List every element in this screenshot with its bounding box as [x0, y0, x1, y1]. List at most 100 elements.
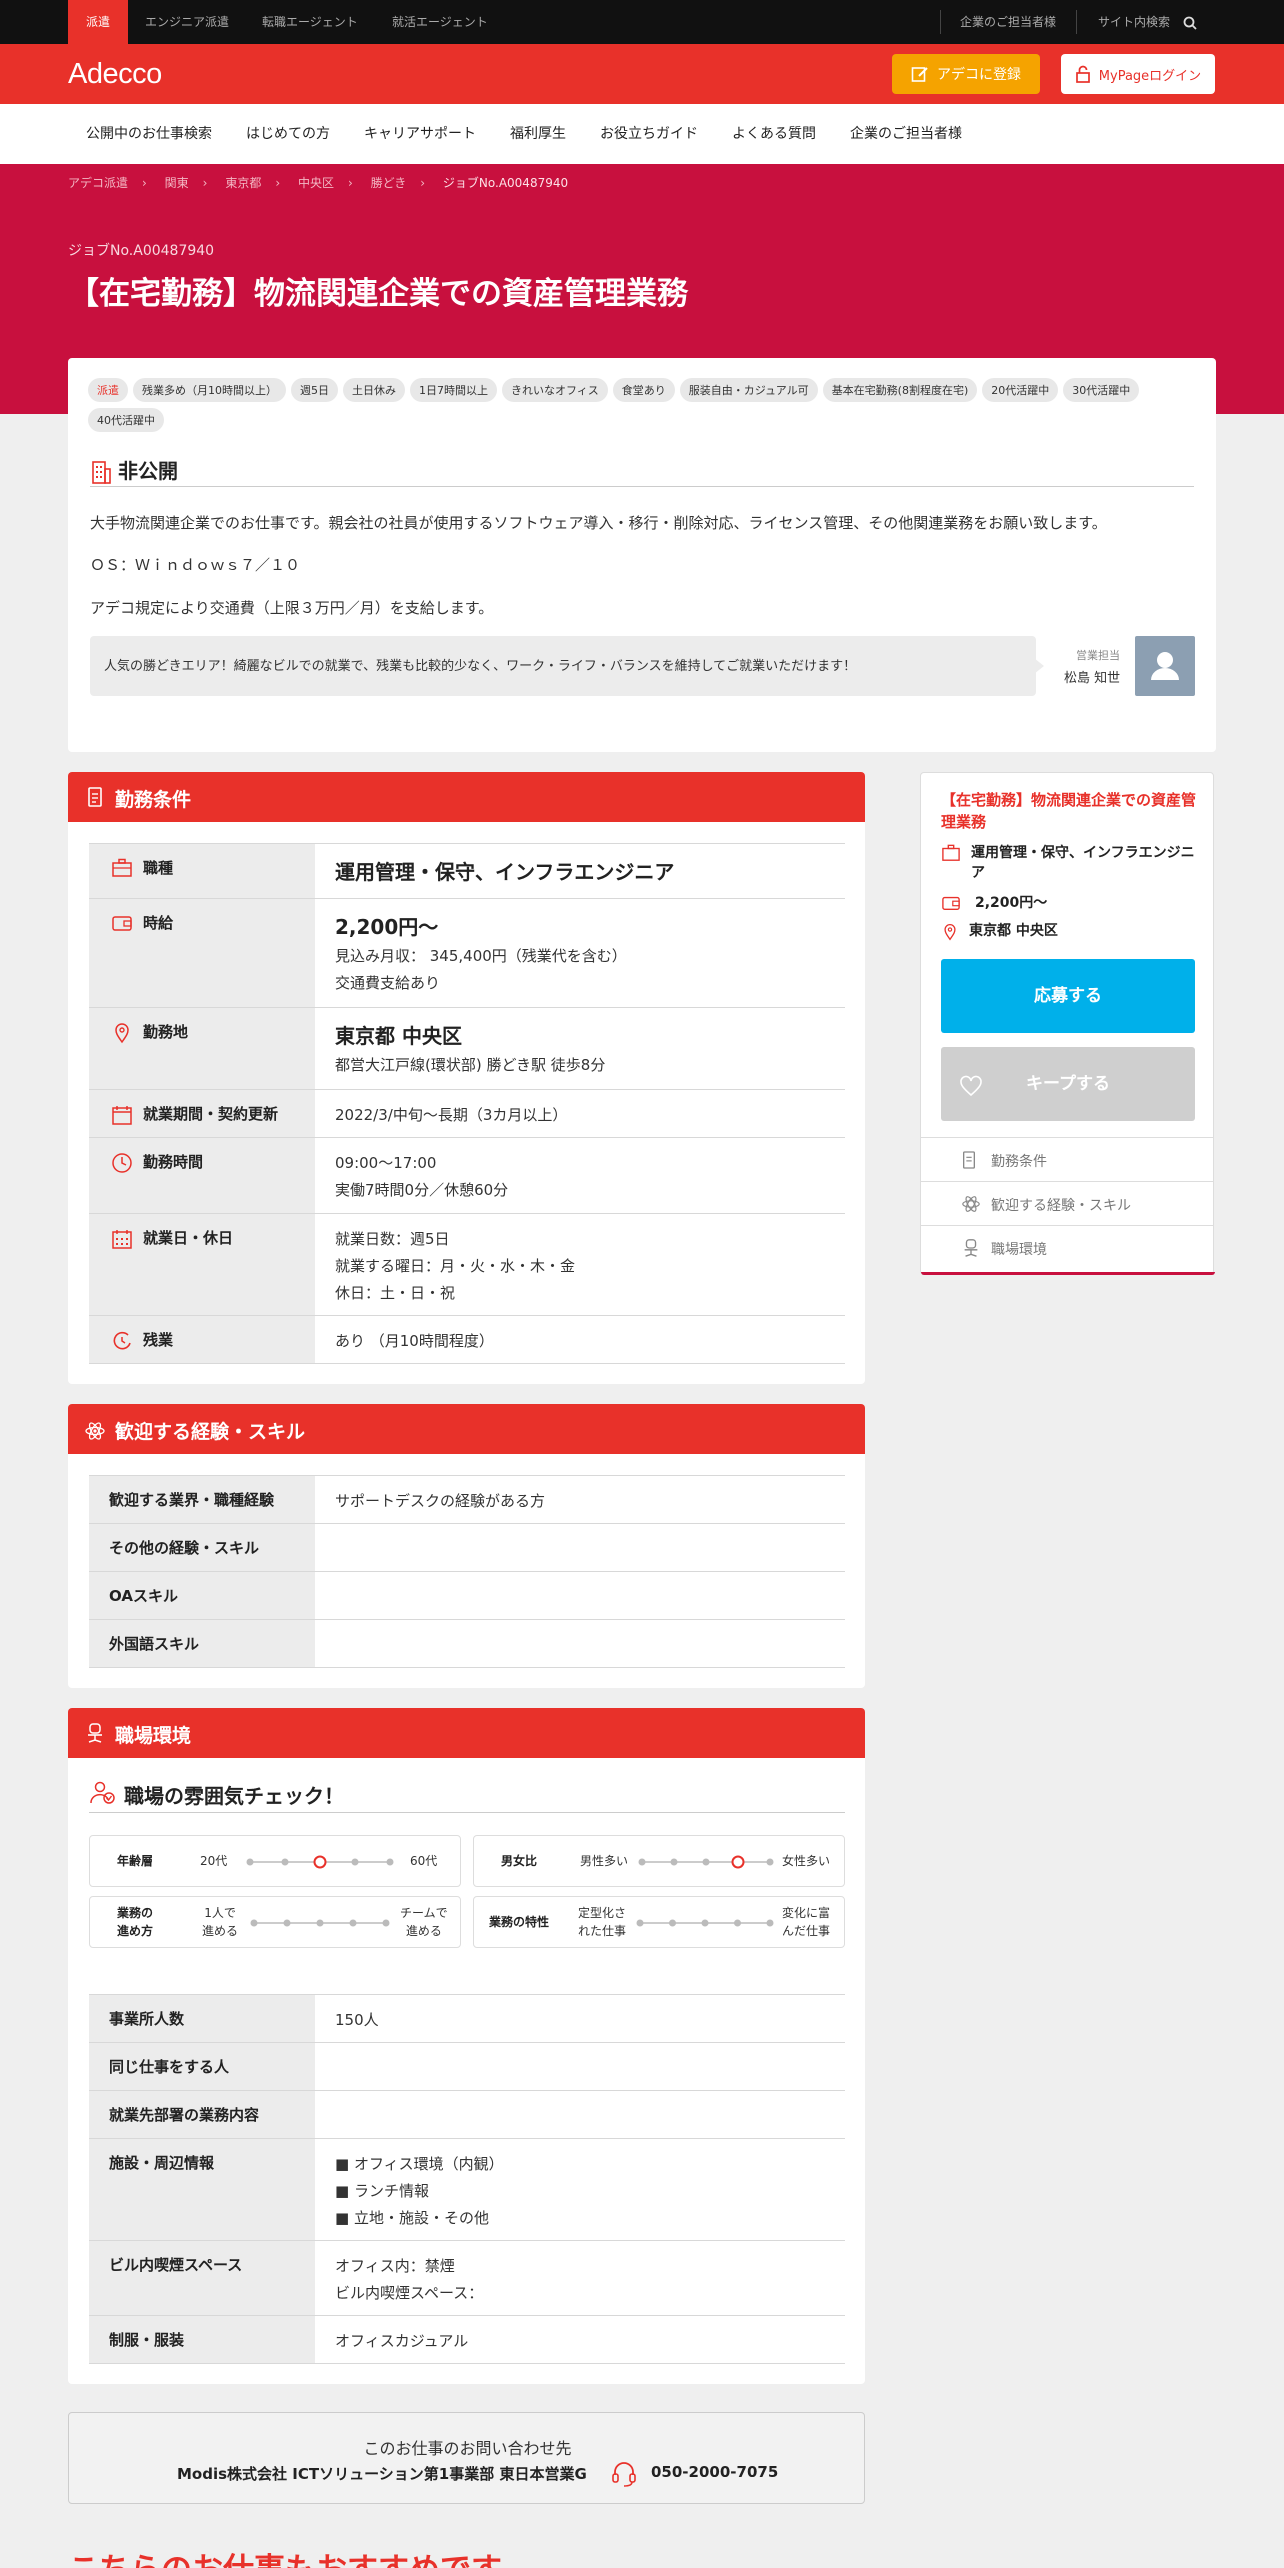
location-pin-icon	[944, 924, 956, 941]
hours-value: 09:00～17:00	[335, 1154, 437, 1172]
breadcrumb-item[interactable]: 関東	[165, 176, 189, 190]
nav-corporate[interactable]: 企業のご担当者様	[850, 104, 962, 164]
row-label: 外国語スキル	[89, 1619, 315, 1668]
row-label: 勤務地	[89, 1007, 315, 1090]
breadcrumb-item[interactable]: 中央区	[298, 176, 334, 190]
adecco-logo[interactable]: Adecco	[68, 58, 162, 91]
sidebar-link-environment[interactable]: 職場環境	[921, 1225, 1213, 1269]
corporate-link[interactable]: 企業のご担当者様	[960, 0, 1056, 44]
divider	[89, 1812, 845, 1813]
scale-right: 変化に富 んだ仕事	[782, 1906, 831, 1938]
contact-phone[interactable]: 050-2000-7075	[651, 2463, 778, 2481]
skills-title: 歓迎する経験・スキル	[115, 1421, 306, 1443]
job-type-value: 運用管理・保守、インフラエンジニア	[335, 860, 675, 884]
environment-table: 事業所人数 150人 同じ仕事をする人 就業先部署の業務内容 施設・周辺情報 ■ オ…	[89, 1994, 845, 2364]
row-label: 施設・周辺情報	[89, 2138, 315, 2241]
sidebar-job-title: 【在宅勤務】物流関連企業での資産管理業務	[941, 791, 1197, 831]
breadcrumb-item[interactable]: 東京都	[225, 176, 261, 190]
staff-name: 松島 知世	[1064, 671, 1121, 686]
row-value: サポートデスクの経験がある方	[315, 1475, 845, 1524]
register-label: アデコに登録	[937, 67, 1021, 83]
edit-icon	[911, 67, 928, 82]
breadcrumb-item[interactable]: アデコ派遣	[68, 176, 128, 190]
sidebar-location-text: 東京都 中央区	[969, 923, 1058, 939]
document-icon	[963, 1151, 975, 1169]
smoking-office: オフィス内：禁煙	[335, 2257, 455, 2275]
facility-link[interactable]: ■ ランチ情報	[335, 2178, 845, 2205]
row-value	[315, 1571, 845, 1620]
work-weekdays: 就業する曜日：月・火・水・木・金	[335, 1257, 576, 1275]
hours-detail: 実働7時間0分／休憩60分	[335, 1181, 509, 1199]
search-icon[interactable]	[1183, 16, 1197, 30]
tag: 基本在宅勤務(8割程度在宅)	[822, 378, 978, 402]
building-icon	[92, 461, 111, 484]
sidebar-wage: 2,200円～	[941, 893, 1047, 913]
wallet-icon	[942, 896, 960, 910]
row-label: OAスキル	[89, 1571, 315, 1620]
row-value: 2,200円～ 見込み月収： 345,400円（残業代を含む） 交通費支給あり	[315, 898, 845, 1008]
scale-point	[701, 1919, 709, 1927]
tab-career-agent[interactable]: 転職エージェント	[262, 0, 358, 44]
tag: 残業多め（月10時間以上）	[133, 378, 286, 402]
row-label: 就業先部署の業務内容	[89, 2090, 315, 2139]
mypage-login-button[interactable]: MyPageログイン	[1061, 54, 1215, 94]
row-label: ビル内喫煙スペース	[89, 2240, 315, 2316]
scale-left: 1人で 進める	[202, 1906, 239, 1938]
monthly-income: 見込み月収： 345,400円（残業代を含む）	[335, 947, 627, 965]
atom-icon	[962, 1196, 980, 1212]
row-value: 運用管理・保守、インフラエンジニア	[315, 843, 845, 899]
job-description: 大手物流関連企業でのお仕事です。親会社の社員が使用するソフトウェア導入・移行・削…	[90, 514, 1107, 532]
os-info: ＯＳ：Ｗｉｎｄｏｗｓ７／１０	[90, 556, 301, 574]
facility-link[interactable]: ■ オフィス環境（内観）	[335, 2151, 845, 2178]
site-search-link[interactable]: サイト内検索	[1098, 0, 1170, 44]
row-label: 就業期間・契約更新	[89, 1089, 315, 1138]
breadcrumb-item[interactable]: 勝どき	[371, 176, 407, 190]
tab-haken[interactable]: 派遣	[68, 0, 128, 44]
nav-job-search[interactable]: 公開中のお仕事検索	[86, 104, 212, 164]
facility-link[interactable]: ■ 立地・施設・その他	[335, 2205, 845, 2232]
sidebar-link-label: 勤務条件	[991, 1154, 1047, 1170]
tag: 土日休み	[343, 378, 405, 402]
breadcrumb-current: ジョブNo.A00487940	[442, 176, 569, 190]
nav-faq[interactable]: よくある質問	[732, 104, 816, 164]
register-button[interactable]: アデコに登録	[892, 54, 1040, 94]
row-label: 勤務時間	[89, 1137, 315, 1214]
keep-button[interactable]: キープする	[941, 1047, 1195, 1121]
scale-label: 年齢層	[116, 1854, 153, 1868]
nav-guide[interactable]: お役立ちガイド	[600, 104, 698, 164]
nav-career-support[interactable]: キャリアサポート	[364, 104, 476, 164]
overtime-value: あり （月10時間程度）	[335, 1332, 494, 1350]
apply-button[interactable]: 応募する	[941, 959, 1195, 1033]
tab-engineer[interactable]: エンジニア派遣	[145, 0, 229, 44]
contact-label: このお仕事のお問い合わせ先	[363, 2439, 572, 2458]
scale-track	[246, 1855, 394, 1869]
row-value	[315, 2042, 845, 2091]
station-info: 都営大江戸線(環状部) 勝どき駅 徒歩8分	[335, 1056, 606, 1074]
row-value: 就業日数：週5日 就業する曜日：月・火・水・木・金 休日：土・日・祝	[315, 1213, 845, 1316]
skills-table: 歓迎する業界・職種経験 サポートデスクの経験がある方 その他の経験・スキル OAス…	[89, 1475, 845, 1668]
nav-benefits[interactable]: 福利厚生	[510, 104, 566, 164]
main-nav: 公開中のお仕事検索 はじめての方 キャリアサポート 福利厚生 お役立ちガイド よ…	[0, 104, 1284, 164]
nav-beginners[interactable]: はじめての方	[246, 104, 330, 164]
sidebar-link-skills[interactable]: 歓迎する経験・スキル	[921, 1181, 1213, 1225]
sidebar-link-conditions[interactable]: 勤務条件	[921, 1137, 1213, 1181]
tag: 食堂あり	[612, 378, 675, 402]
hours-label: 勤務時間	[143, 1153, 204, 1171]
scale-track	[636, 1919, 774, 1927]
office-chair-icon	[964, 1239, 978, 1257]
tag: きれいなオフィス	[502, 378, 608, 402]
row-label: 制服・服装	[89, 2315, 315, 2364]
scale-point	[636, 1919, 644, 1927]
tab-job-hunting-agent[interactable]: 就活エージェント	[392, 0, 488, 44]
briefcase-icon	[942, 844, 960, 861]
sidebar-location: 東京都 中央区	[941, 921, 1058, 941]
table-row: 時給 2,200円～ 見込み月収： 345,400円（残業代を含む） 交通費支給あり	[89, 898, 845, 1008]
period-value: 2022/3/中旬～長期（3カ月以上）	[335, 1106, 568, 1124]
row-label: 就業日・休日	[89, 1213, 315, 1316]
staff-label: 営業担当	[1076, 649, 1120, 662]
staff-comment: 人気の勝どきエリア！綺麗なビルでの就業で、残業も比較的少なく、ワーク・ライフ・バ…	[90, 636, 1036, 696]
bubble-tip	[1034, 658, 1044, 674]
table-row: 就業先部署の業務内容	[89, 2090, 845, 2139]
scale-left: 男性多い	[580, 1854, 629, 1868]
calendar-icon	[112, 1106, 132, 1125]
